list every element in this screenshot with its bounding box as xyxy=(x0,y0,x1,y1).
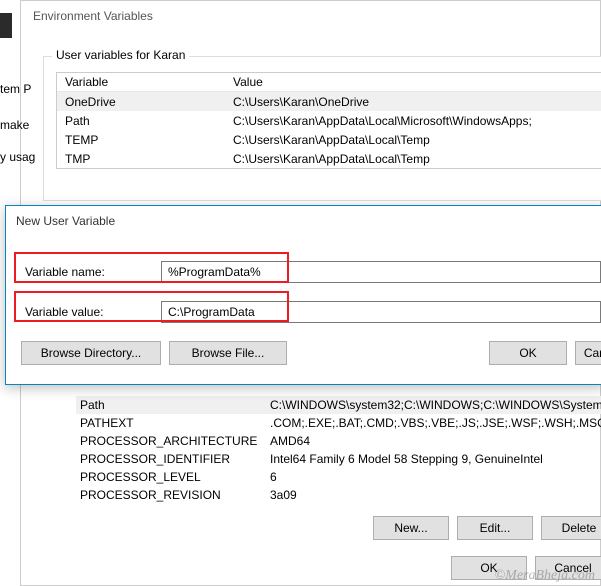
cell-value: Intel64 Family 6 Model 58 Stepping 9, Ge… xyxy=(266,452,601,466)
cell-variable: TMP xyxy=(57,150,225,168)
browse-directory-button[interactable]: Browse Directory... xyxy=(21,341,161,365)
column-header-value[interactable]: Value xyxy=(225,73,601,91)
system-vars-button-row: New... Edit... Delete xyxy=(373,516,601,540)
browse-file-button[interactable]: Browse File... xyxy=(169,341,287,365)
cell-value: AMD64 xyxy=(266,434,601,448)
table-row[interactable]: Path C:\Users\Karan\AppData\Local\Micros… xyxy=(57,111,601,130)
user-variables-table[interactable]: Variable Value OneDrive C:\Users\Karan\O… xyxy=(56,72,601,169)
cell-value: C:\Users\Karan\AppData\Local\Temp xyxy=(225,150,601,168)
dialog-title: New User Variable xyxy=(6,206,601,236)
cell-variable: TEMP xyxy=(57,131,225,149)
table-row[interactable]: PROCESSOR_IDENTIFIER Intel64 Family 6 Mo… xyxy=(76,450,601,468)
table-row[interactable]: OneDrive C:\Users\Karan\OneDrive xyxy=(57,92,601,111)
cell-variable: Path xyxy=(57,112,225,130)
table-row[interactable]: PROCESSOR_REVISION 3a09 xyxy=(76,486,601,504)
delete-button[interactable]: Delete xyxy=(541,516,601,540)
bg-text-fragment: y usag xyxy=(0,150,35,164)
variable-value-label: Variable value: xyxy=(21,305,161,319)
bg-text-fragment: tem P xyxy=(0,82,31,96)
variable-value-input[interactable] xyxy=(161,301,601,323)
variable-name-row: Variable name: xyxy=(21,260,601,283)
cell-variable: PROCESSOR_ARCHITECTURE xyxy=(76,434,266,448)
new-button[interactable]: New... xyxy=(373,516,449,540)
system-variables-table[interactable]: Path C:\WINDOWS\system32;C:\WINDOWS;C:\W… xyxy=(76,396,601,504)
watermark: ©MeraBheja.com xyxy=(495,568,595,584)
cell-value: C:\WINDOWS\system32;C:\WINDOWS;C:\WINDOW… xyxy=(266,398,601,412)
cell-variable: PROCESSOR_IDENTIFIER xyxy=(76,452,266,466)
user-variables-groupbox: User variables for Karan Variable Value … xyxy=(43,56,601,201)
table-row[interactable]: PATHEXT .COM;.EXE;.BAT;.CMD;.VBS;.VBE;.J… xyxy=(76,414,601,432)
variable-name-input[interactable] xyxy=(161,261,601,283)
column-header-variable[interactable]: Variable xyxy=(57,73,225,91)
cell-variable: PROCESSOR_LEVEL xyxy=(76,470,266,484)
cell-variable: Path xyxy=(76,398,266,412)
user-variables-label: User variables for Karan xyxy=(52,48,189,62)
cell-variable: PROCESSOR_REVISION xyxy=(76,488,266,502)
background-dark-block xyxy=(0,13,12,38)
cell-value: 3a09 xyxy=(266,488,601,502)
ok-button[interactable]: OK xyxy=(489,341,567,365)
variable-name-label: Variable name: xyxy=(21,265,161,279)
variable-value-row: Variable value: xyxy=(21,300,601,323)
cell-value: C:\Users\Karan\OneDrive xyxy=(225,93,601,111)
cell-value: .COM;.EXE;.BAT;.CMD;.VBS;.VBE;.JS;.JSE;.… xyxy=(266,416,601,430)
cell-value: C:\Users\Karan\AppData\Local\Temp xyxy=(225,131,601,149)
table-row[interactable]: Path C:\WINDOWS\system32;C:\WINDOWS;C:\W… xyxy=(76,396,601,414)
cancel-button[interactable]: Car xyxy=(575,341,601,365)
table-row[interactable]: TMP C:\Users\Karan\AppData\Local\Temp xyxy=(57,149,601,168)
new-user-variable-dialog: New User Variable Variable name: Variabl… xyxy=(5,205,601,385)
bg-text-fragment: make xyxy=(0,118,29,132)
cell-variable: PATHEXT xyxy=(76,416,266,430)
ok-cancel-row: OK Car xyxy=(489,341,601,365)
browse-button-row: Browse Directory... Browse File... xyxy=(21,341,287,365)
edit-button[interactable]: Edit... xyxy=(457,516,533,540)
table-row[interactable]: PROCESSOR_LEVEL 6 xyxy=(76,468,601,486)
table-header-row: Variable Value xyxy=(57,73,601,92)
cell-value: C:\Users\Karan\AppData\Local\Microsoft\W… xyxy=(225,112,601,130)
cell-variable: OneDrive xyxy=(57,93,225,111)
table-row[interactable]: TEMP C:\Users\Karan\AppData\Local\Temp xyxy=(57,130,601,149)
table-row[interactable]: PROCESSOR_ARCHITECTURE AMD64 xyxy=(76,432,601,450)
window-title: Environment Variables xyxy=(21,1,600,31)
cell-value: 6 xyxy=(266,470,601,484)
